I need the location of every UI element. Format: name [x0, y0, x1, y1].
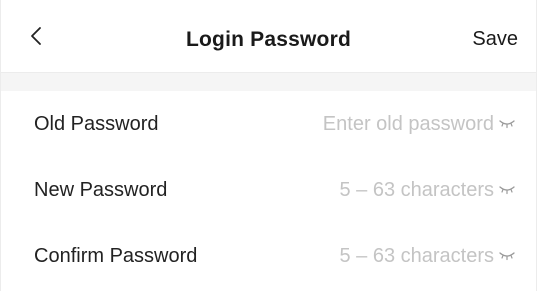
old-password-input[interactable] — [279, 112, 494, 136]
page-title: Login Password — [186, 28, 351, 51]
save-button[interactable]: Save — [472, 28, 518, 51]
password-form: Old Password New Password Confirm Passwo… — [1, 91, 536, 289]
new-password-input[interactable] — [279, 178, 494, 202]
eye-closed-icon[interactable] — [498, 117, 516, 131]
new-password-field-group — [279, 178, 516, 202]
old-password-field-group — [279, 112, 516, 136]
confirm-password-label: Confirm Password — [34, 244, 198, 267]
eye-closed-icon[interactable] — [498, 249, 516, 263]
header-bar: Login Password Save — [1, 0, 536, 72]
confirm-password-row: Confirm Password — [1, 223, 536, 289]
chevron-left-icon — [31, 27, 41, 45]
new-password-label: New Password — [34, 178, 168, 201]
confirm-password-field-group — [279, 244, 516, 268]
new-password-row: New Password — [1, 157, 536, 223]
section-divider — [1, 72, 536, 91]
back-button[interactable] — [27, 24, 45, 48]
eye-closed-icon[interactable] — [498, 183, 516, 197]
confirm-password-input[interactable] — [279, 244, 494, 268]
login-password-screen: Login Password Save Old Password New Pas… — [0, 0, 537, 291]
old-password-row: Old Password — [1, 91, 536, 157]
old-password-label: Old Password — [34, 112, 159, 135]
